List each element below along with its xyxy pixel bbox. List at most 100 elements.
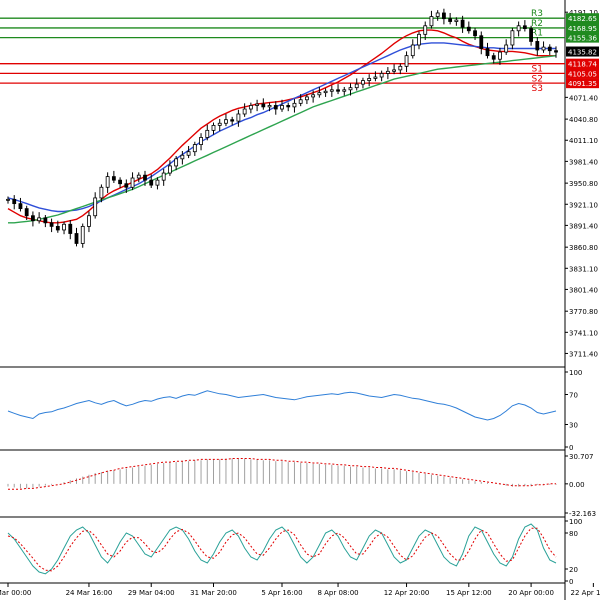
candle-body [43,217,48,224]
rsi-tick-label: 30 [569,422,578,430]
candle-body [423,25,428,35]
candle-body [410,44,415,57]
candle-body [149,179,154,186]
level-tag-label: 4105.05 [568,70,597,78]
candle-body [62,223,66,231]
candle-body [118,179,122,185]
candle-body [168,165,172,174]
candle-body [448,18,453,22]
candle-body [68,223,73,234]
candle-body [273,105,278,110]
candle-body [442,12,446,20]
candle-body [498,51,502,60]
candle-body [292,102,297,108]
candle-body [6,198,10,201]
candle-body [111,176,116,181]
chart-background [0,0,600,600]
time-tick-label: 21 Mar 00:00 [0,589,31,597]
candle-body [99,186,104,199]
candle-body [460,19,465,28]
candle-body [161,172,166,181]
stochastic-tick-label: 80 [569,530,578,538]
candle-body [174,158,179,167]
candle-body [454,19,459,22]
price-tick-label: 3801.40 [569,286,598,294]
candle-body [236,113,241,122]
candle-body [217,122,222,126]
candle-body [180,154,185,160]
candle-body [55,225,60,231]
candle-body [329,89,334,92]
candle-body [74,233,79,244]
candle-body [186,151,191,156]
time-tick-label: 8 Apr 08:00 [317,589,358,597]
candle-body [93,197,98,217]
candle-body [199,137,203,145]
stochastic-tick-label: 0 [569,578,573,586]
candle-body [529,28,533,42]
price-tick-label: 3981.40 [569,158,598,166]
macd-tick-label: 0.00 [569,481,585,489]
macd-tick-label: 30.707 [569,453,594,461]
candle-body [311,94,316,98]
candle-body [504,44,509,53]
level-name-r3: R3 [531,9,543,19]
level-tag-label: 4118.74 [568,61,597,69]
candle-body [541,46,546,51]
candle-body [155,179,160,186]
candle-body [385,70,390,74]
candle-body [242,108,247,115]
time-tick-label: 20 Apr 00:00 [508,589,554,597]
candle-body [535,41,540,51]
candle-body [230,119,235,122]
candle-body [348,87,353,91]
price-tick-label: 3770.80 [569,308,598,316]
candle-body [336,89,340,92]
candle-body [286,105,291,108]
candle-body [305,96,309,101]
candle-body [255,103,259,106]
level-tag-label: 4155.36 [568,35,597,43]
candle-body [124,183,129,188]
candle-body [12,198,17,205]
candle-body [80,225,85,244]
candle-body [130,177,135,188]
candle-body [105,176,110,188]
candle-body [429,16,434,27]
candle-body [211,124,216,131]
candle-body [224,119,228,124]
candle-body [261,103,266,108]
candle-body [479,35,484,49]
level-name-s3: S3 [532,84,543,94]
candle-body [547,46,552,52]
rsi-tick-label: 100 [569,369,582,377]
candle-body [379,73,384,78]
candle-body [143,174,147,181]
candle-body [435,12,440,17]
candle-body [24,208,29,217]
candle-body [522,25,527,30]
time-tick-label: 22 Apr 16:00 [571,589,600,597]
price-chart: R3R2R1S1S2S3 4191.104071.404040.804011.1… [0,0,600,600]
candle-body [280,105,284,110]
price-tick-label: 4071.40 [569,94,598,102]
rsi-tick-label: 70 [569,392,578,400]
candle-body [248,105,253,110]
candle-body [554,50,558,53]
level-tag-label: 4091.35 [568,80,597,88]
candle-body [18,203,23,210]
stochastic-tick-label: 100 [569,518,582,526]
time-tick-label: 29 Mar 04:00 [128,589,175,597]
level-tag-label: 4182.65 [568,15,597,23]
candle-body [491,55,496,60]
candle-body [31,215,35,222]
candle-body [417,33,421,46]
candle-body [373,76,378,79]
candle-body [192,144,197,153]
level-tag-label: 4168.95 [568,25,597,33]
current-price-tag: 4135.82 [566,46,599,57]
candle-body [485,48,490,57]
candle-body [392,69,396,72]
price-tick-label: 3711.40 [569,350,598,358]
candle-body [136,174,141,179]
